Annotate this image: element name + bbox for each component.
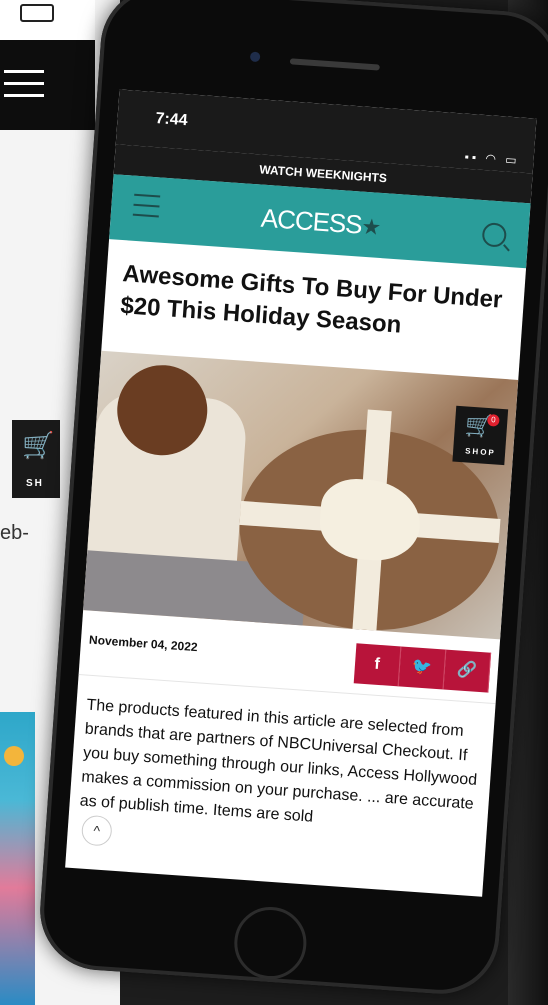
menu-icon[interactable]: [132, 193, 161, 222]
home-button[interactable]: [231, 904, 309, 982]
publish-date: November 04, 2022: [88, 632, 199, 655]
site-logo[interactable]: ACCESS★: [260, 203, 382, 242]
phone: 7:44 ▪▪ ◠ ▭ WATCH WEEKNIGHTS ACCESS★ Awe…: [10, 0, 548, 998]
twitter-share-button[interactable]: 🐦: [398, 646, 447, 690]
cart-count-badge: 0: [486, 413, 500, 427]
article-disclaimer: The products featured in this article ar…: [79, 696, 478, 826]
star-icon: ★: [360, 213, 382, 240]
front-camera: [249, 51, 261, 63]
shop-badge[interactable]: 🛒 0 SHOP: [452, 405, 509, 466]
search-icon[interactable]: [481, 222, 508, 248]
facebook-share-button[interactable]: f: [353, 643, 402, 687]
back-to-top-button[interactable]: ^: [80, 814, 113, 847]
share-buttons: f 🐦 🔗: [353, 643, 492, 693]
status-time: 7:44: [155, 110, 189, 130]
shop-label: SHOP: [464, 446, 497, 458]
speaker-grille: [289, 58, 380, 71]
phone-body: 7:44 ▪▪ ◠ ▭ WATCH WEEKNIGHTS ACCESS★ Awe…: [36, 0, 548, 998]
status-icons: ▪▪ ◠ ▭: [464, 149, 521, 168]
phone-screen: 7:44 ▪▪ ◠ ▭ WATCH WEEKNIGHTS ACCESS★ Awe…: [65, 89, 537, 897]
hero-image: 🛒 0 SHOP: [83, 350, 519, 640]
copy-link-button[interactable]: 🔗: [443, 649, 492, 693]
